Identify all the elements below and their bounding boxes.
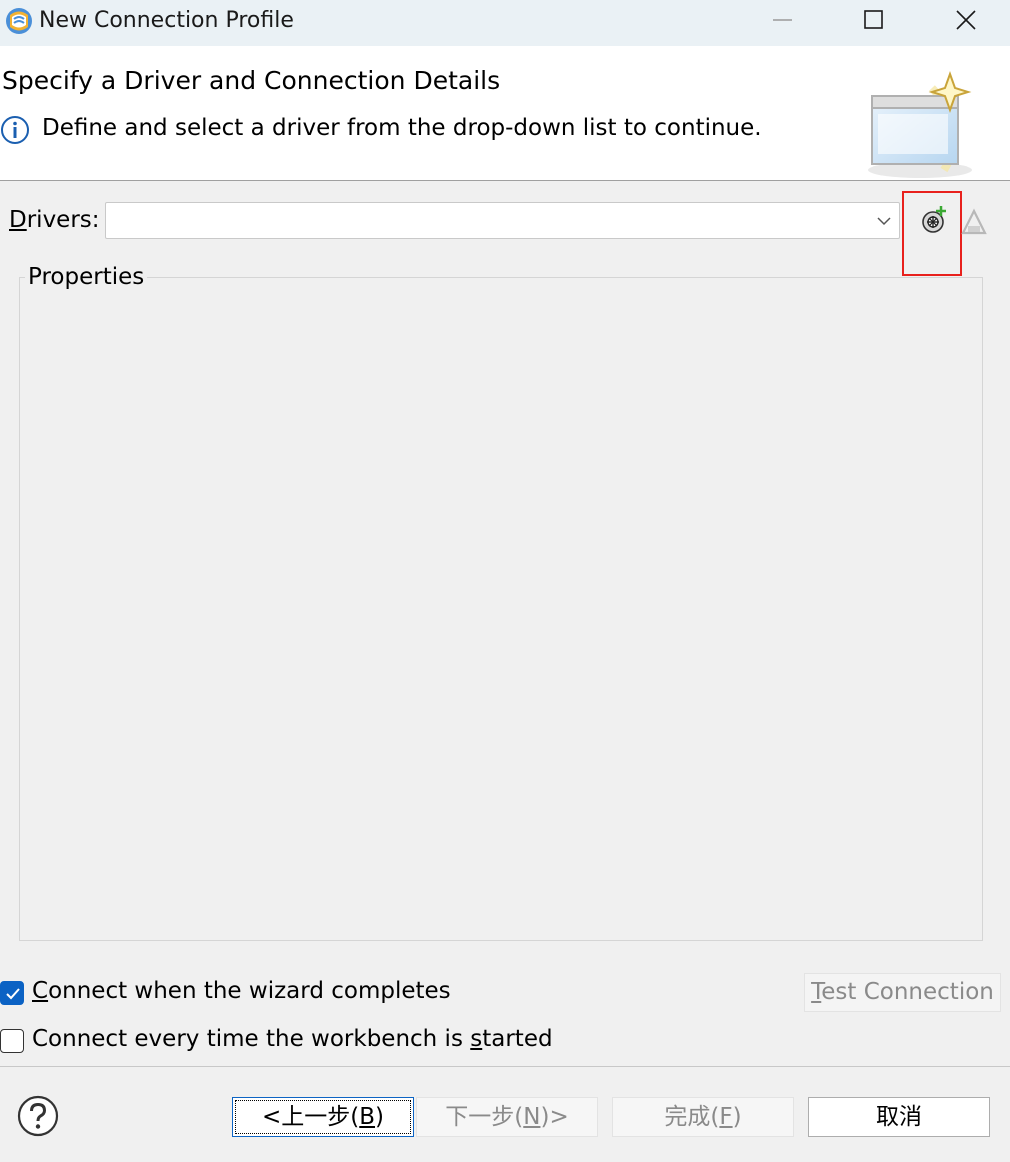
- page-title: Specify a Driver and Connection Details: [2, 66, 501, 95]
- wizard-header: Specify a Driver and Connection Details …: [0, 46, 1010, 181]
- test-connection-button[interactable]: Test Connection: [804, 973, 1001, 1012]
- edit-driver-definition-icon: [961, 208, 987, 235]
- properties-label: Properties: [25, 264, 148, 290]
- footer-divider: [0, 1066, 1010, 1067]
- finish-mnemonic: F: [719, 1104, 733, 1130]
- window-title: New Connection Profile: [39, 8, 294, 33]
- drivers-label: Drivers:: [9, 207, 100, 233]
- connect-on-finish-checkbox[interactable]: [0, 981, 24, 1005]
- next-button[interactable]: 下一步(N)>: [416, 1097, 598, 1137]
- test-connection-text: est Connection: [821, 979, 994, 1005]
- test-connection-mnemonic: T: [811, 979, 822, 1005]
- back-mnemonic: B: [359, 1104, 376, 1130]
- cancel-button[interactable]: 取消: [808, 1097, 990, 1137]
- connect-on-startup-checkbox[interactable]: [0, 1029, 24, 1053]
- chevron-down-icon: [877, 217, 891, 226]
- driver-dropdown[interactable]: [105, 202, 900, 239]
- connect-on-startup-mnemonic: s: [470, 1026, 483, 1052]
- drivers-label-text: rivers:: [26, 207, 100, 233]
- back-text: <上一步(: [261, 1104, 360, 1130]
- checkmark-icon: [6, 988, 20, 1000]
- connect-on-finish-label[interactable]: Connect when the wizard completes: [32, 978, 451, 1004]
- drivers-label-mnemonic: D: [9, 207, 27, 233]
- finish-button[interactable]: 完成(F): [612, 1097, 794, 1137]
- wizard-message: Define and select a driver from the drop…: [42, 115, 762, 141]
- close-button[interactable]: [920, 0, 1010, 46]
- minimize-icon: [773, 19, 792, 21]
- connect-on-startup-text-end: tarted: [482, 1026, 553, 1052]
- next-text-end: )>: [540, 1104, 569, 1130]
- next-text: 下一步(: [445, 1104, 524, 1130]
- wizard-window-sparkle-icon: [868, 71, 972, 178]
- back-button[interactable]: <上一步(B): [232, 1097, 414, 1137]
- finish-text: 完成(: [664, 1104, 720, 1130]
- connect-on-finish-mnemonic: C: [32, 978, 49, 1004]
- connect-on-finish-text: onnect when the wizard completes: [48, 978, 451, 1004]
- new-driver-definition-button[interactable]: [912, 202, 952, 242]
- finish-text-end: ): [732, 1104, 742, 1130]
- help-button[interactable]: [17, 1095, 59, 1137]
- connect-on-startup-label[interactable]: Connect every time the workbench is star…: [32, 1026, 553, 1052]
- connect-on-startup-text: Connect every time the workbench is: [32, 1026, 471, 1052]
- properties-group: [19, 277, 983, 941]
- help-icon: [17, 1095, 59, 1137]
- next-mnemonic: N: [523, 1104, 541, 1130]
- eclipse-database-icon: [6, 8, 32, 34]
- maximize-icon: [864, 10, 883, 29]
- title-bar: New Connection Profile: [0, 0, 1010, 46]
- info-icon: [1, 116, 29, 144]
- maximize-button[interactable]: [828, 0, 920, 46]
- close-icon: [956, 10, 976, 30]
- minimize-button[interactable]: [736, 0, 828, 46]
- edit-driver-definition-button[interactable]: [958, 206, 990, 238]
- back-text-end: ): [375, 1104, 384, 1130]
- new-driver-definition-icon: [922, 206, 946, 233]
